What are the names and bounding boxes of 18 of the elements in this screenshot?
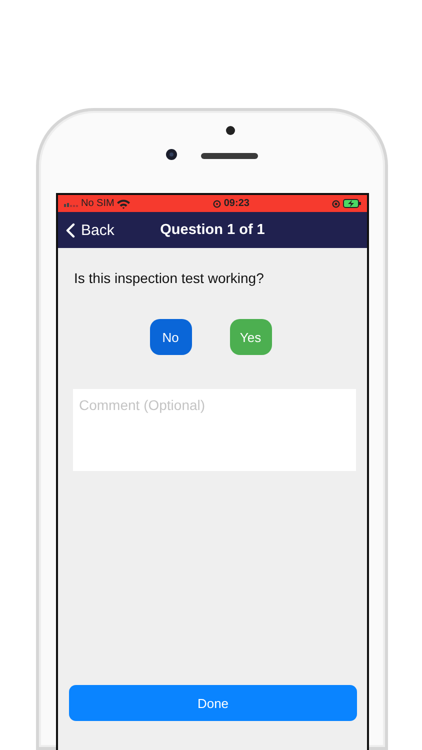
question-text: Is this inspection test working?: [74, 270, 265, 286]
battery-icon: [343, 199, 361, 208]
answer-button[interactable]: Yes: [230, 319, 272, 355]
sensor-icon: [226, 126, 235, 135]
camera-icon: [166, 149, 177, 160]
carrier-label: No SIM: [81, 198, 114, 209]
alarm-icon: [212, 200, 221, 208]
nav-title: Question 1 of 1: [160, 222, 265, 238]
speaker-icon: [201, 153, 258, 159]
status-time: 09:23: [224, 198, 250, 209]
done-button[interactable]: Done: [69, 685, 357, 721]
answer-button[interactable]: No: [150, 319, 192, 355]
comment-field[interactable]: Comment (Optional): [73, 389, 356, 471]
signal-icon: [64, 200, 78, 206]
back-button[interactable]: Back: [66, 222, 114, 238]
wifi-icon: [117, 198, 130, 208]
back-chevron-icon: [66, 222, 75, 238]
rotation-lock-icon: [332, 200, 340, 208]
